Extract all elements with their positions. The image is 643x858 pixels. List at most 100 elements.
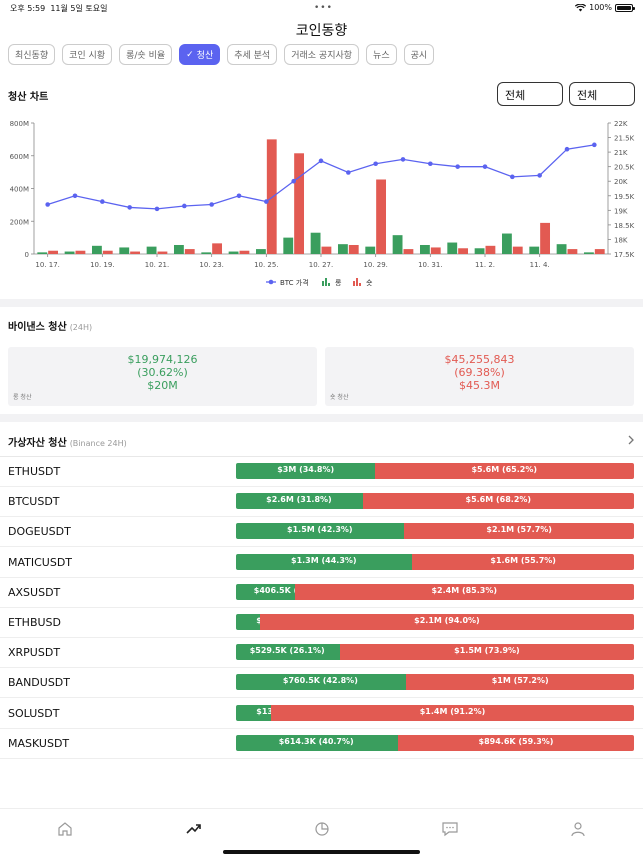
trend-icon[interactable] xyxy=(185,821,203,837)
btc-price-point xyxy=(537,173,542,178)
liquidation-ratio-bar: $1.5M (42.3%) $2.1M (57.7%) xyxy=(236,523,634,540)
legend-short-swatch xyxy=(353,281,355,286)
long-segment: $1.5M (42.3%) xyxy=(236,523,405,540)
asset-row[interactable]: BANDUSDT $760.5K (42.8%) $1M (57.2%) xyxy=(0,668,643,699)
tab-trend[interactable]: 추세 분석 xyxy=(227,44,278,65)
long-segment: $133.7K (6.0%) xyxy=(236,614,326,630)
tab-exchange-notice[interactable]: 거래소 공지사항 xyxy=(284,44,360,65)
long-bar xyxy=(365,246,376,254)
filter-select-1[interactable]: 전체 xyxy=(497,82,563,106)
btc-price-point xyxy=(400,157,406,162)
y-tick-label-left: 400M xyxy=(10,186,29,194)
asset-row[interactable]: AXSUSDT $406.5K (14.7%) $2.4M (85.3%) xyxy=(0,578,643,608)
short-segment: $5.6M (65.2%) xyxy=(374,463,634,479)
short-segment: $1M (57.2%) xyxy=(406,674,634,691)
user-icon[interactable] xyxy=(569,821,587,837)
chat-icon[interactable] xyxy=(441,821,459,837)
long-label: $2.6M (31.8%) xyxy=(266,495,332,505)
y-tick-label-left: 200M xyxy=(10,218,29,226)
long-bar xyxy=(255,249,266,254)
y-tick-label-right: 21.5K xyxy=(614,135,635,143)
x-tick-label: 10. 25. xyxy=(254,261,279,269)
chevron-right-icon[interactable] xyxy=(627,435,635,445)
short-liquidation-card: $45,255,843 (69.38%) $45.3M 숏 청산 xyxy=(325,347,634,406)
tab-news[interactable]: 뉴스 xyxy=(366,44,397,65)
y-tick-label-right: 17.5K xyxy=(614,251,635,259)
short-bar xyxy=(102,250,113,254)
liquidation-ratio-bar: $760.5K (42.8%) $1M (57.2%) xyxy=(236,674,634,691)
btc-price-point xyxy=(182,203,187,209)
short-segment: $2.1M (94.0%) xyxy=(259,614,634,630)
long-segment: $614.3K (40.7%) xyxy=(236,734,398,751)
asset-row[interactable]: DOGEUSDT $1.5M (42.3%) $2.1M (57.7%) xyxy=(0,517,643,548)
liquidation-ratio-bar: $2.6M (31.8%) $5.6M (68.2%) xyxy=(236,493,634,510)
wifi-icon xyxy=(575,3,587,11)
asset-symbol: AXSUSDT xyxy=(8,585,61,599)
filter-select-2[interactable]: 전체 xyxy=(569,82,635,106)
asset-symbol: BTCUSDT xyxy=(8,495,60,509)
asset-row[interactable]: SOLUSDT $137.2K (8.8%) $1.4M (91.2%) xyxy=(0,699,643,729)
x-tick-label: 10. 17. xyxy=(35,261,60,269)
short-bar xyxy=(212,243,223,254)
short-bar xyxy=(430,247,441,254)
y-tick-label-right: 18K xyxy=(614,236,628,244)
long-bar xyxy=(64,251,75,254)
home-icon[interactable] xyxy=(56,821,74,837)
asset-liq-title[interactable]: 가상자산 청산 (Binance 24H) xyxy=(8,434,127,449)
asset-symbol: DOGEUSDT xyxy=(8,525,71,539)
tab-long-short[interactable]: 롱/숏 비율 xyxy=(119,44,173,65)
short-label: $1M (57.2%) xyxy=(491,676,549,686)
btc-price-point xyxy=(564,146,570,152)
liquidation-ratio-bar: $406.5K (14.7%) $2.4M (85.3%) xyxy=(236,583,634,600)
asset-row[interactable]: ETHBUSD $133.7K (6.0%) $2.1M (94.0%) xyxy=(0,608,643,638)
y-tick-label-right: 21K xyxy=(614,149,628,157)
long-bar xyxy=(37,252,48,254)
short-liquidation-values: $45,255,843 (69.38%) $45.3M xyxy=(444,353,515,392)
legend-line-dot xyxy=(268,279,274,285)
tab-liquidation[interactable]: ✓ 청산 xyxy=(179,44,221,65)
short-bar xyxy=(403,249,414,254)
long-bar xyxy=(529,246,540,254)
btc-price-point xyxy=(127,205,132,210)
short-segment: $1.4M (91.2%) xyxy=(271,704,634,721)
short-segment: $2.1M (57.7%) xyxy=(404,523,634,540)
x-tick-label: 10. 29. xyxy=(363,261,388,269)
asset-symbol: MASKUSDT xyxy=(8,736,70,750)
long-bar xyxy=(556,244,567,254)
x-tick-label: 11. 2. xyxy=(475,261,495,269)
short-label: $1.4M (91.2%) xyxy=(419,706,486,716)
asset-row[interactable]: MATICUSDT $1.3M (44.3%) $1.6M (55.7%) xyxy=(0,548,643,578)
asset-row[interactable]: MASKUSDT $614.3K (40.7%) $894.6K (59.3%) xyxy=(0,729,643,759)
long-bar xyxy=(201,252,212,254)
x-tick-label: 10. 23. xyxy=(199,261,224,269)
short-liquidation-label: 숏 청산 xyxy=(330,394,349,401)
y-tick-label-left: 600M xyxy=(10,153,29,161)
x-tick-label: 10. 19. xyxy=(90,261,115,269)
pie-chart-icon[interactable] xyxy=(313,821,331,837)
legend-short-swatch xyxy=(359,283,361,286)
long-label: $1.3M (44.3%) xyxy=(291,555,357,565)
long-bar xyxy=(419,244,430,254)
short-label: $5.6M (68.2%) xyxy=(465,495,532,505)
btc-price-point xyxy=(291,178,296,184)
long-segment: $137.2K (8.8%) xyxy=(236,704,326,721)
tab-latest[interactable]: 최신동향 xyxy=(8,44,56,65)
y-tick-label-left: 0 xyxy=(25,251,29,259)
asset-row[interactable]: ETHUSDT $3M (34.8%) $5.6M (65.2%) xyxy=(0,457,643,487)
check-icon: ✓ xyxy=(186,49,194,60)
long-bar xyxy=(119,247,130,254)
multitask-dots-icon[interactable]: ••• xyxy=(314,3,333,13)
short-label: $2.4M (85.3%) xyxy=(431,585,498,595)
tab-market[interactable]: 코인 시황 xyxy=(62,44,113,65)
tab-disclosure[interactable]: 공시 xyxy=(403,44,435,65)
asset-row[interactable]: XRPUSDT $529.5K (26.1%) $1.5M (73.9%) xyxy=(0,638,643,669)
x-tick-label: 11. 4. xyxy=(530,261,550,269)
x-tick-label: 10. 27. xyxy=(309,261,334,269)
liquidation-chart: 800M 600M 400M 200M 0 22K 21.5K 21K 20.5K 20K 19.5… xyxy=(10,120,635,287)
long-segment: $1.3M (44.3%) xyxy=(236,553,413,570)
long-liquidation-label: 롱 청산 xyxy=(13,394,32,401)
btc-price-point xyxy=(346,170,351,175)
asset-row[interactable]: BTCUSDT $2.6M (31.8%) $5.6M (68.2%) xyxy=(0,487,643,518)
short-bar xyxy=(130,251,141,254)
home-indicator[interactable] xyxy=(223,850,420,854)
